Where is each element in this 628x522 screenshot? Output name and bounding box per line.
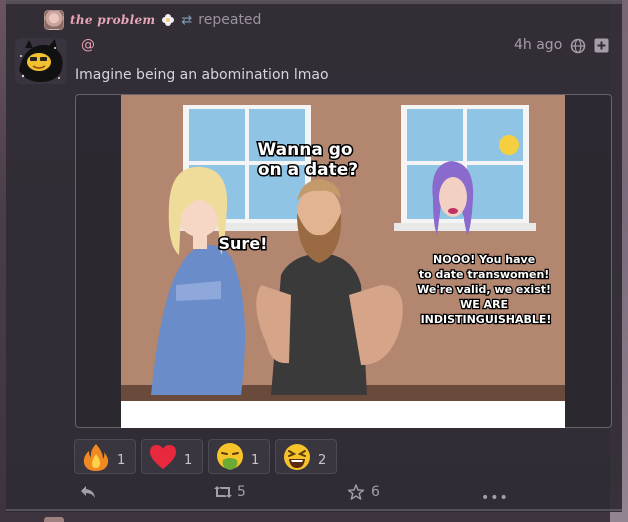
favorite-count: 6 bbox=[371, 484, 380, 500]
flower-icon bbox=[162, 14, 175, 26]
reaction-bar: 1 1 1 2 bbox=[74, 439, 337, 474]
repeater-name[interactable]: the problem bbox=[70, 13, 155, 27]
reaction-fire[interactable]: 1 bbox=[74, 439, 136, 474]
globe-icon bbox=[570, 38, 586, 54]
status-text: Imagine being an abomination lmao bbox=[75, 67, 329, 83]
heart-icon bbox=[150, 444, 176, 469]
vomit-face-icon bbox=[217, 442, 243, 470]
boost-icon[interactable] bbox=[214, 485, 232, 499]
reaction-heart[interactable]: 1 bbox=[141, 439, 203, 474]
divider bbox=[6, 0, 622, 4]
reaction-count: 2 bbox=[318, 453, 327, 468]
reaction-laugh[interactable]: 2 bbox=[275, 439, 337, 474]
fire-icon bbox=[83, 443, 109, 471]
next-status-avatar[interactable] bbox=[44, 517, 64, 522]
reaction-vomit[interactable]: 1 bbox=[208, 439, 270, 474]
repeater-avatar[interactable] bbox=[44, 10, 64, 30]
svg-text:NOOO! You have to date t: NOOO! You have to date transwomen! We're… bbox=[417, 253, 555, 326]
svg-text:Wanna go on a date?: Wanna go on a date? bbox=[258, 140, 359, 180]
reaction-count: 1 bbox=[117, 453, 126, 468]
boost-count: 5 bbox=[237, 484, 246, 500]
laughing-face-icon bbox=[284, 443, 310, 470]
meme-image[interactable]: Wanna go on a date? Sure! NOOO! You have… bbox=[121, 95, 565, 428]
reaction-count: 1 bbox=[184, 453, 193, 468]
divider bbox=[6, 509, 622, 511]
repeat-info: the problem ⇄ repeated bbox=[44, 10, 261, 30]
reply-icon[interactable] bbox=[80, 485, 96, 499]
repeat-icon: ⇄ bbox=[181, 12, 193, 28]
avatar[interactable] bbox=[15, 38, 67, 84]
timestamp[interactable]: 4h ago bbox=[514, 37, 562, 53]
more-icon[interactable]: ••• bbox=[481, 490, 509, 506]
expand-icon[interactable] bbox=[594, 38, 609, 53]
svg-text:Sure!: Sure! bbox=[219, 234, 268, 253]
repeat-label: repeated bbox=[198, 12, 262, 28]
user-handle[interactable]: @ bbox=[81, 37, 95, 53]
reaction-count: 1 bbox=[251, 453, 260, 468]
star-icon[interactable] bbox=[348, 484, 364, 500]
